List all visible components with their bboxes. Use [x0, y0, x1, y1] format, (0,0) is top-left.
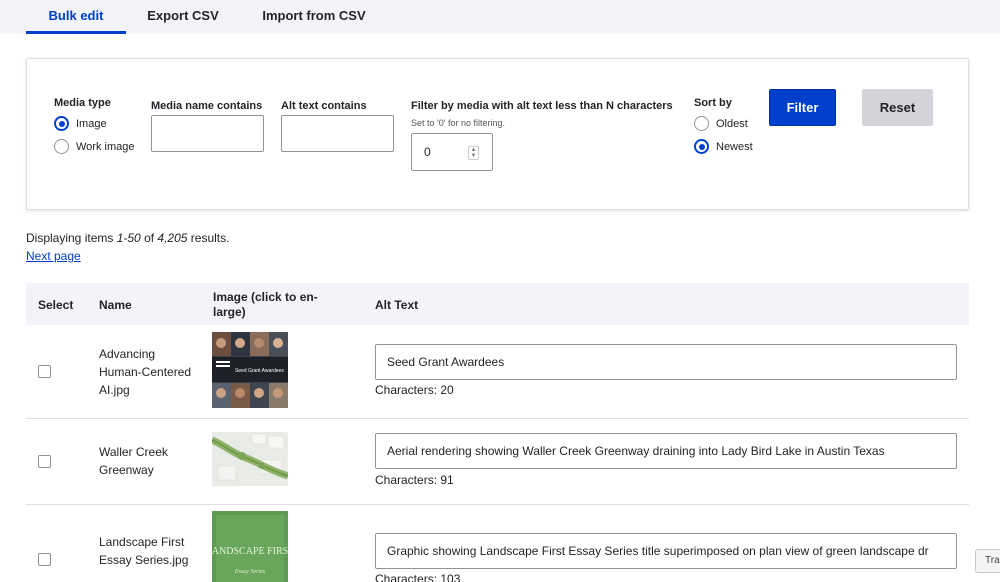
- sort-newest-option[interactable]: Newest: [694, 139, 753, 154]
- media-type-work-image-option[interactable]: Work image: [54, 139, 134, 154]
- radio-newest[interactable]: [694, 139, 709, 154]
- table-header: Select Name Image (click to en-large) Al…: [26, 283, 969, 325]
- media-name-label: Media name contains: [151, 100, 263, 112]
- alt-text-input[interactable]: Seed Grant Awardees: [375, 344, 957, 380]
- media-name: Waller Creek Greenway: [99, 445, 168, 477]
- summary-suffix: results.: [187, 231, 230, 245]
- row-select-checkbox[interactable]: [38, 365, 51, 378]
- radio-oldest-label: Oldest: [716, 117, 748, 130]
- thumbnail-waller-creek-image: [212, 432, 288, 486]
- radio-image-label: Image: [76, 117, 107, 130]
- row-select-checkbox[interactable]: [38, 553, 51, 566]
- thumbnail-title: LANDSCAPE FIRST: [212, 546, 288, 557]
- filter-button[interactable]: Filter: [769, 89, 836, 126]
- radio-work-image-label: Work image: [76, 140, 135, 153]
- tab-export-csv[interactable]: Export CSV: [134, 0, 232, 34]
- tab-import-csv[interactable]: Import from CSV: [250, 0, 378, 34]
- header-select: Select: [38, 298, 74, 312]
- tab-bar: Bulk edit Export CSV Import from CSV: [0, 0, 1000, 34]
- thumbnail-waller-creek[interactable]: [212, 432, 288, 486]
- summary-middle: of: [140, 231, 158, 245]
- table-row: Waller Creek Greenway Aerial rendering s…: [26, 419, 969, 505]
- media-name-input[interactable]: [151, 115, 264, 152]
- media-name: Advancing Human-Centered AI.jpg: [99, 347, 192, 397]
- translate-button[interactable]: Tra: [975, 549, 1000, 573]
- summary-total: 4,205: [157, 231, 188, 245]
- summary-range: 1-50: [116, 231, 141, 245]
- radio-oldest[interactable]: [694, 116, 709, 131]
- character-count: Characters: 20: [375, 383, 454, 397]
- filter-panel: Media type Image Work image Media name c…: [26, 58, 969, 210]
- number-spinner-icon[interactable]: ▲ ▼: [468, 146, 479, 160]
- header-alt-text: Alt Text: [375, 298, 419, 312]
- sort-by-label: Sort by: [694, 97, 732, 109]
- radio-work-image[interactable]: [54, 139, 69, 154]
- tab-bulk-edit[interactable]: Bulk edit: [26, 0, 126, 34]
- radio-image[interactable]: [54, 116, 69, 131]
- media-name: Landscape First Essay Series.jpg: [99, 535, 189, 567]
- radio-newest-label: Newest: [716, 140, 753, 153]
- header-name: Name: [99, 298, 132, 312]
- alt-length-label: Filter by media with alt text less than …: [411, 100, 673, 112]
- media-type-label: Media type: [54, 97, 111, 109]
- alt-length-hint: Set to '0' for no filtering.: [411, 118, 505, 128]
- reset-button[interactable]: Reset: [862, 89, 933, 126]
- character-count: Characters: 103: [375, 572, 461, 582]
- media-type-image-option[interactable]: Image: [54, 116, 107, 131]
- thumbnail-landscape-first[interactable]: LANDSCAPE FIRST Essay Series: [212, 511, 288, 582]
- sort-oldest-option[interactable]: Oldest: [694, 116, 748, 131]
- thumbnail-seed-grant[interactable]: Seed Grant Awardees: [212, 332, 288, 408]
- table-row: Landscape First Essay Series.jpg LANDSCA…: [26, 505, 969, 582]
- alt-length-value: 0: [424, 145, 431, 159]
- header-image: Image (click to en-large): [213, 290, 318, 319]
- thumbnail-subtitle: Essay Series: [234, 569, 266, 575]
- thumbnail-seed-grant-image: Seed Grant Awardees: [212, 332, 288, 408]
- next-page-link[interactable]: Next page: [26, 249, 81, 263]
- alt-length-number-input[interactable]: 0 ▲ ▼: [411, 133, 493, 171]
- results-summary: Displaying items 1-50 of 4,205 results.: [26, 231, 229, 245]
- thumbnail-landscape-first-image: LANDSCAPE FIRST Essay Series: [212, 511, 288, 582]
- row-select-checkbox[interactable]: [38, 455, 51, 468]
- alt-text-contains-input[interactable]: [281, 115, 394, 152]
- summary-prefix: Displaying items: [26, 231, 117, 245]
- alt-text-contains-label: Alt text contains: [281, 100, 367, 112]
- character-count: Characters: 91: [375, 473, 454, 487]
- alt-text-input[interactable]: Graphic showing Landscape First Essay Se…: [375, 533, 957, 569]
- alt-text-input[interactable]: Aerial rendering showing Waller Creek Gr…: [375, 433, 957, 469]
- thumbnail-caption: Seed Grant Awardees: [235, 368, 284, 374]
- table-row: Advancing Human-Centered AI.jpg Seed Gra…: [26, 325, 969, 419]
